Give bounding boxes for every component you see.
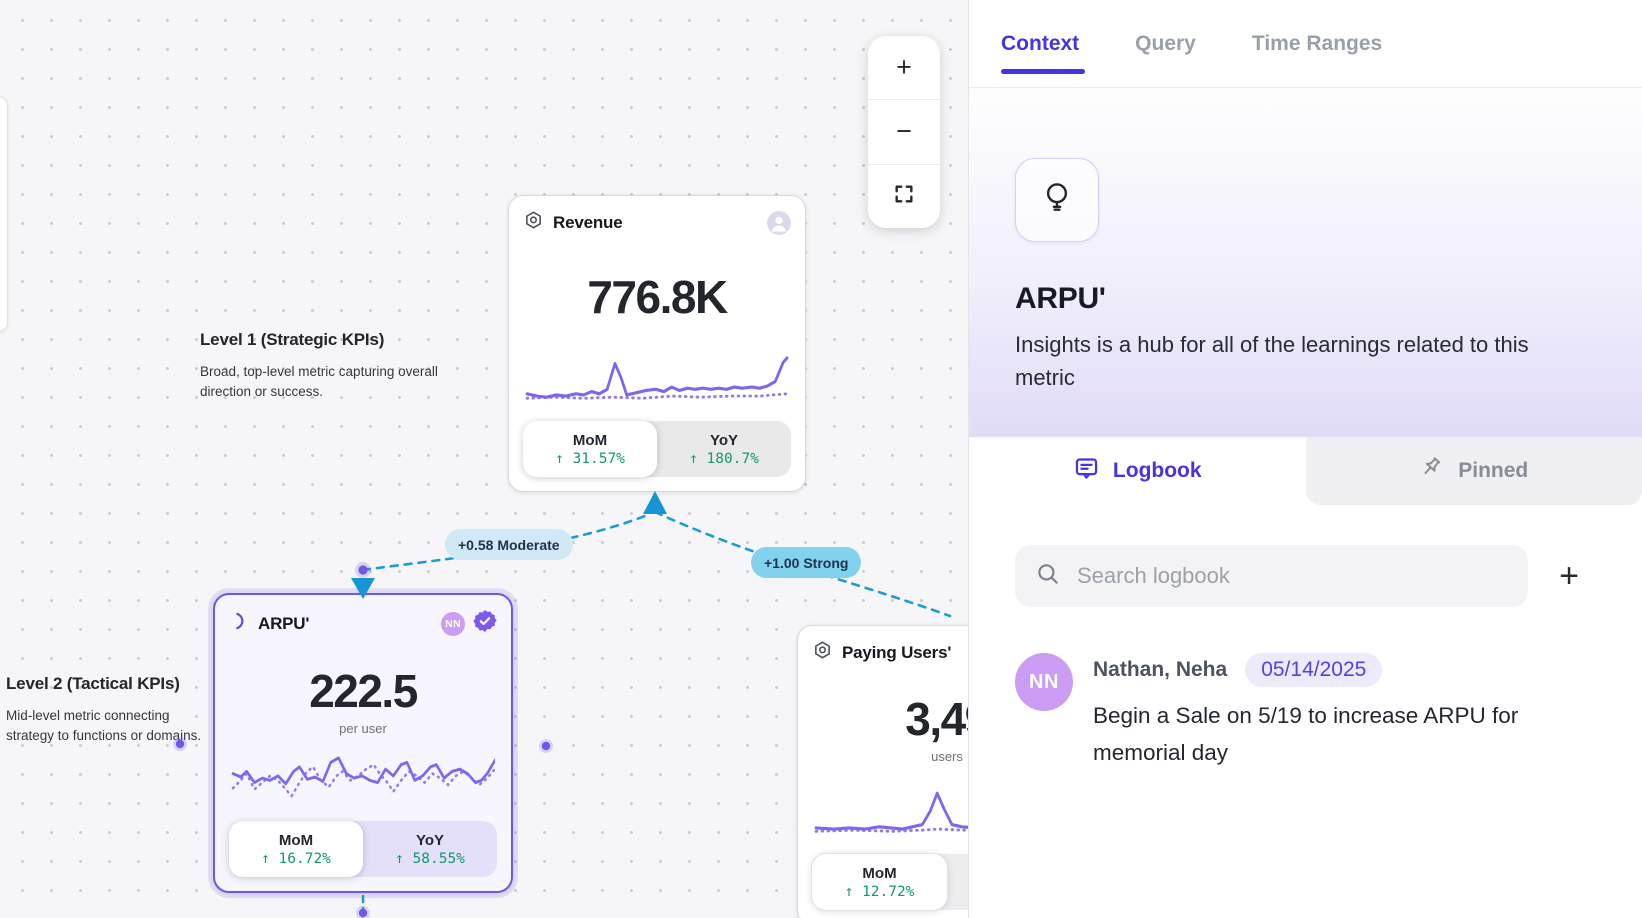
level-1-title: Level 1 (Strategic KPIs)	[200, 330, 442, 350]
metric-value: 776.8K	[523, 270, 791, 324]
yoy-value: ↑ 58.55%	[395, 851, 465, 867]
yoy-pill[interactable]: YoY ↑ 58.55%	[363, 821, 497, 877]
metric-unit: users	[812, 749, 968, 764]
node-title: ARPU'	[258, 614, 309, 634]
hexagon-icon	[523, 210, 544, 236]
add-log-entry-button[interactable]: +	[1542, 549, 1596, 603]
mom-label: MoM	[862, 865, 896, 882]
yoy-value: ↑ 180.7%	[689, 451, 759, 467]
metric-context-header: ARPU' Insights is a hub for all of the l…	[969, 88, 1642, 437]
metric-node-paying-users[interactable]: Paying Users' 3,49 users MoM ↑ 12.72%	[797, 625, 968, 918]
logbook-content: + NN Nathan, Neha 05/14/2025 Begin a Sal…	[969, 505, 1642, 771]
logbook-entry[interactable]: NN Nathan, Neha 05/14/2025 Begin a Sale …	[1015, 653, 1596, 771]
zoom-out-button[interactable]: −	[868, 99, 940, 163]
metric-tree-canvas[interactable]: Level 1 (Strategic KPIs) Broad, top-leve…	[0, 0, 968, 918]
mom-value: ↑ 31.57%	[555, 451, 625, 467]
metric-node-arpu[interactable]: ARPU' NN 222.5 per user	[213, 593, 513, 893]
yoy-pill[interactable]	[947, 854, 968, 910]
level-2-description-line1: Mid-level metric connecting	[6, 708, 170, 723]
sparkline	[231, 749, 495, 805]
search-input[interactable]	[1075, 562, 1508, 590]
person-avatar-icon[interactable]	[767, 211, 791, 235]
metric-title: ARPU'	[1015, 282, 1596, 316]
tab-query[interactable]: Query	[1135, 32, 1196, 56]
level-2-description-line2: strategy to functions or domains.	[6, 728, 201, 743]
node-title: Revenue	[553, 213, 622, 233]
node-title: Paying Users'	[842, 643, 951, 663]
clipped-card-sliver	[0, 96, 8, 332]
entry-author: Nathan, Neha	[1093, 658, 1227, 682]
entry-date-badge[interactable]: 05/14/2025	[1245, 653, 1382, 687]
tab-time-ranges[interactable]: Time Ranges	[1252, 32, 1382, 56]
tab-pinned[interactable]: Pinned	[1306, 437, 1642, 505]
logbook-pinned-tabs: Logbook Pinned	[969, 437, 1642, 505]
entry-avatar: NN	[1015, 653, 1073, 711]
yoy-label: YoY	[416, 832, 444, 849]
message-square-icon	[1073, 455, 1100, 488]
lightbulb-icon	[1038, 179, 1076, 222]
minus-icon: −	[896, 116, 912, 147]
collaborator-avatar[interactable]: NN	[441, 612, 465, 636]
comparison-pills: MoM ↑ 12.72%	[812, 854, 968, 910]
active-tab-underline	[1001, 69, 1085, 74]
mom-label: MoM	[573, 432, 607, 449]
canvas-zoom-toolbar: + −	[868, 36, 940, 228]
tab-logbook[interactable]: Logbook	[969, 437, 1306, 505]
mom-value: ↑ 12.72%	[845, 884, 915, 900]
comparison-pills: MoM ↑ 16.72% YoY ↑ 58.55%	[229, 821, 497, 877]
yoy-label: YoY	[710, 432, 738, 449]
crescent-icon	[229, 611, 249, 636]
check-badge-icon[interactable]	[473, 609, 497, 638]
sparkline	[525, 349, 789, 405]
zoom-in-button[interactable]: +	[868, 36, 940, 99]
mom-pill[interactable]: MoM ↑ 12.72%	[812, 854, 947, 910]
magnifier-icon	[1035, 561, 1061, 592]
metric-unit: per user	[229, 721, 497, 736]
plus-icon: +	[896, 52, 912, 83]
mom-label: MoM	[279, 832, 313, 849]
level-1-description: Broad, top-level metric capturing overal…	[200, 362, 442, 403]
entry-message: Begin a Sale on 5/19 to increase ARPU fo…	[1093, 697, 1573, 771]
mom-pill[interactable]: MoM ↑ 16.72%	[229, 821, 363, 877]
fit-view-button[interactable]	[868, 164, 940, 228]
mom-value: ↑ 16.72%	[261, 851, 331, 867]
metric-description: Insights is a hub for all of the learnin…	[1015, 328, 1580, 394]
metric-node-revenue[interactable]: Revenue 776.8K	[508, 195, 806, 492]
metric-value: 222.5	[229, 664, 497, 718]
mom-pill[interactable]: MoM ↑ 31.57%	[523, 421, 657, 477]
edge-label-strong[interactable]: +1.00 Strong	[751, 547, 861, 578]
hexagon-icon	[812, 640, 833, 666]
edge-label-moderate[interactable]: +0.58 Moderate	[445, 529, 573, 560]
tab-context[interactable]: Context	[1001, 32, 1079, 56]
logbook-search	[1015, 545, 1528, 607]
yoy-pill[interactable]: YoY ↑ 180.7%	[657, 421, 791, 477]
comparison-pills: MoM ↑ 31.57% YoY ↑ 180.7%	[523, 421, 791, 477]
panel-tab-bar: Context Query Time Ranges	[969, 0, 1642, 88]
insights-icon-tile	[1015, 158, 1099, 242]
level-1-annotation: Level 1 (Strategic KPIs) Broad, top-leve…	[200, 330, 442, 403]
pushpin-icon	[1419, 455, 1445, 487]
fullscreen-icon	[893, 181, 915, 212]
arrowhead-up-icon	[643, 491, 667, 514]
context-panel: Context Query Time Ranges ARPU' Insights…	[968, 0, 1642, 918]
metrics-app: Level 1 (Strategic KPIs) Broad, top-leve…	[0, 0, 1642, 918]
sparkline	[814, 782, 968, 838]
tab-pinned-label: Pinned	[1458, 459, 1528, 483]
metric-value: 3,49	[812, 692, 968, 746]
tab-logbook-label: Logbook	[1113, 459, 1202, 483]
